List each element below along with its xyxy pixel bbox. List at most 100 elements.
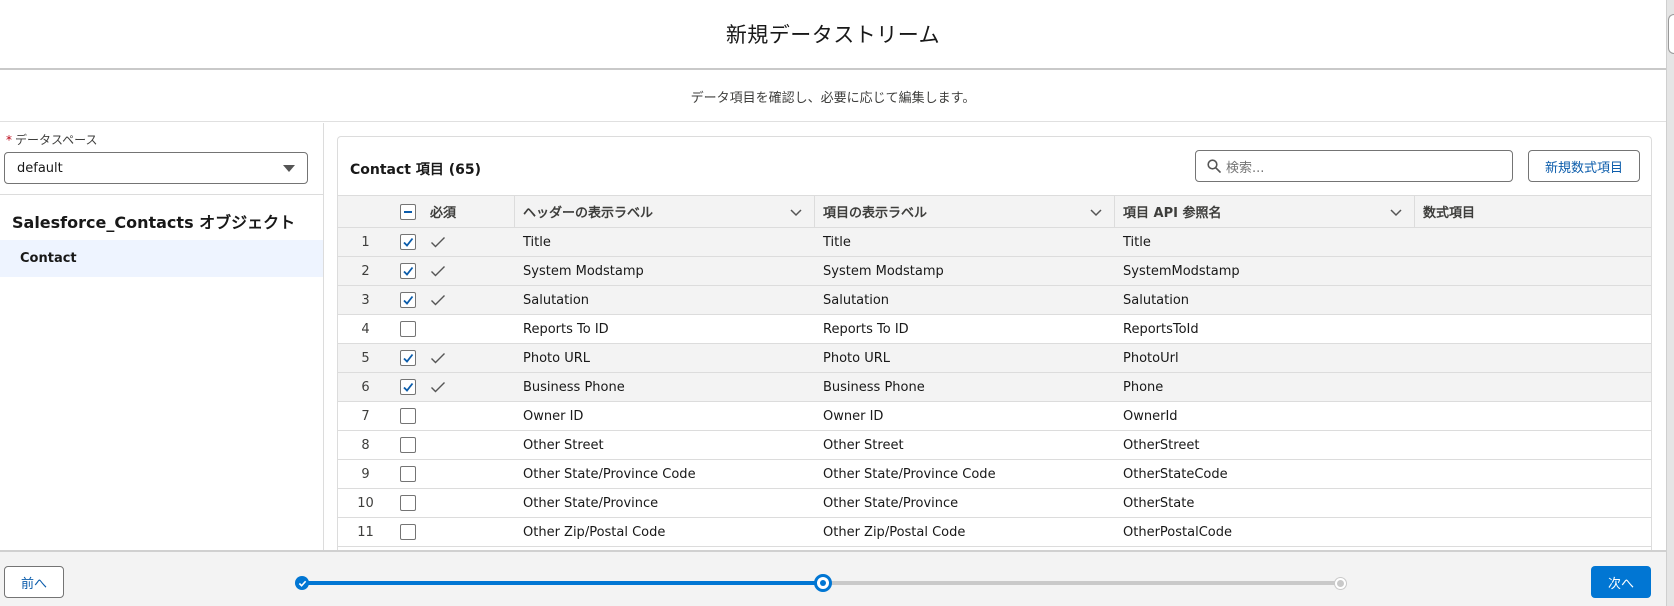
header-field-label[interactable]: 項目の表示ラベル bbox=[815, 196, 1115, 227]
checkbox-check-icon bbox=[403, 353, 414, 363]
object-item-contact[interactable]: Contact bbox=[0, 240, 323, 277]
row-checkbox[interactable] bbox=[400, 466, 416, 482]
step-pending-icon[interactable] bbox=[1335, 578, 1346, 589]
table-row: 8 Other Street Other Street OtherStreet bbox=[338, 431, 1651, 460]
chevron-down-icon[interactable] bbox=[1390, 206, 1402, 218]
row-number: 8 bbox=[361, 437, 370, 453]
row-checkbox[interactable] bbox=[400, 292, 416, 308]
row-required bbox=[423, 228, 515, 256]
table-header: 必須 ヘッダーの表示ラベル 項目の表示ラベル 項目 API 参照名 数式項目 bbox=[338, 195, 1651, 228]
row-api-name: ReportsToId bbox=[1123, 321, 1199, 337]
row-checkbox[interactable] bbox=[400, 234, 416, 250]
row-field-label: Other State/Province Code bbox=[823, 466, 996, 482]
header-api-name[interactable]: 項目 API 参照名 bbox=[1115, 196, 1415, 227]
table-row: 10 Other State/Province Other State/Provin… bbox=[338, 489, 1651, 518]
row-header-label: Other Street bbox=[523, 437, 604, 453]
next-button[interactable]: 次へ bbox=[1591, 566, 1651, 598]
table-row: 9 Other State/Province Code Other State/Pr… bbox=[338, 460, 1651, 489]
row-number: 9 bbox=[361, 466, 370, 482]
row-formula bbox=[1415, 344, 1651, 372]
row-checkbox[interactable] bbox=[400, 524, 416, 540]
chevron-down-icon[interactable] bbox=[790, 206, 802, 218]
row-header-label: System Modstamp bbox=[523, 263, 644, 279]
dataspace-value: default bbox=[17, 160, 63, 176]
search-input[interactable]: 検索... bbox=[1195, 150, 1513, 182]
header-required: 必須 bbox=[423, 196, 515, 227]
left-panel: * データスペース default Salesforce_Contacts オブジ… bbox=[0, 123, 324, 550]
scrollbar-handle[interactable] bbox=[1668, 14, 1674, 54]
table-row: 4 Reports To ID Reports To ID ReportsToId bbox=[338, 315, 1651, 344]
prev-button[interactable]: 前へ bbox=[4, 566, 64, 598]
row-formula bbox=[1415, 257, 1651, 285]
row-header-label: Owner ID bbox=[523, 408, 584, 424]
dataspace-select[interactable]: default bbox=[4, 152, 308, 184]
row-api-name: OwnerId bbox=[1123, 408, 1178, 424]
row-select bbox=[393, 518, 423, 546]
row-field-label: Owner ID bbox=[823, 408, 884, 424]
row-number: 5 bbox=[361, 350, 370, 366]
search-icon bbox=[1207, 159, 1221, 173]
dataspace-label: * データスペース bbox=[6, 131, 98, 148]
header-header-label[interactable]: ヘッダーの表示ラベル bbox=[515, 196, 815, 227]
fields-card: Contact 項目 (65) 検索... 新規数式項目 必須 ヘッダーの表示ラ… bbox=[337, 136, 1652, 550]
progress-fill bbox=[302, 581, 822, 585]
row-formula bbox=[1415, 489, 1651, 517]
row-required bbox=[423, 489, 515, 517]
step-current-icon[interactable] bbox=[814, 574, 832, 592]
row-checkbox[interactable] bbox=[400, 263, 416, 279]
fields-card-title: Contact 項目 (65) bbox=[350, 162, 482, 178]
row-field-label: Business Phone bbox=[823, 379, 925, 395]
row-required bbox=[423, 460, 515, 488]
row-select bbox=[393, 431, 423, 459]
row-field-label: Other Zip/Postal Code bbox=[823, 524, 966, 540]
scrollbar[interactable] bbox=[1666, 0, 1674, 606]
row-checkbox[interactable] bbox=[400, 321, 416, 337]
row-checkbox[interactable] bbox=[400, 495, 416, 511]
row-select bbox=[393, 228, 423, 256]
new-formula-field-button[interactable]: 新規数式項目 bbox=[1528, 150, 1640, 182]
modal-header: 新規データストリーム bbox=[0, 0, 1666, 70]
row-formula bbox=[1415, 518, 1651, 546]
row-select bbox=[393, 489, 423, 517]
row-select bbox=[393, 373, 423, 401]
checkbox-check-icon bbox=[403, 237, 414, 247]
divider bbox=[0, 194, 324, 195]
row-api-name: OtherStateCode bbox=[1123, 466, 1228, 482]
header-api-name-text: 項目 API 参照名 bbox=[1123, 206, 1222, 221]
row-select bbox=[393, 460, 423, 488]
select-all-checkbox[interactable] bbox=[400, 203, 416, 220]
row-checkbox[interactable] bbox=[400, 408, 416, 424]
checkbox-check-icon bbox=[403, 266, 414, 276]
row-header-label: Reports To ID bbox=[523, 321, 609, 337]
row-number: 2 bbox=[361, 263, 370, 279]
required-check-icon bbox=[431, 237, 445, 248]
table-row: 7 Owner ID Owner ID OwnerId bbox=[338, 402, 1651, 431]
row-formula bbox=[1415, 315, 1651, 343]
row-checkbox[interactable] bbox=[400, 437, 416, 453]
header-select-all bbox=[393, 196, 423, 227]
check-icon bbox=[298, 580, 306, 587]
row-api-name: OtherPostalCode bbox=[1123, 524, 1232, 540]
row-checkbox[interactable] bbox=[400, 379, 416, 395]
row-checkbox[interactable] bbox=[400, 350, 416, 366]
table-row: 3 Salutation Salutation Salutation bbox=[338, 286, 1651, 315]
row-api-name: Title bbox=[1123, 234, 1151, 250]
row-header-label: Other Zip/Postal Code bbox=[523, 524, 666, 540]
table-row: 1 Title Title Title bbox=[338, 228, 1651, 257]
header-row-number bbox=[338, 196, 393, 227]
required-marker: * bbox=[6, 133, 12, 147]
row-header-label: Salutation bbox=[523, 292, 590, 308]
row-required bbox=[423, 344, 515, 372]
row-field-label: Reports To ID bbox=[823, 321, 909, 337]
table-row: 2 System Modstamp System Modstamp SystemMod… bbox=[338, 257, 1651, 286]
header-field-label-text: 項目の表示ラベル bbox=[823, 206, 928, 221]
row-number: 10 bbox=[357, 495, 374, 511]
row-number: 6 bbox=[361, 379, 370, 395]
chevron-down-icon[interactable] bbox=[1090, 206, 1102, 218]
row-field-label: Salutation bbox=[823, 292, 890, 308]
step-complete-icon[interactable] bbox=[295, 576, 309, 590]
dataspace-label-text: データスペース bbox=[15, 133, 98, 147]
checkbox-check-icon bbox=[403, 295, 414, 305]
row-api-name: Salutation bbox=[1123, 292, 1190, 308]
caret-down-icon bbox=[283, 164, 295, 172]
